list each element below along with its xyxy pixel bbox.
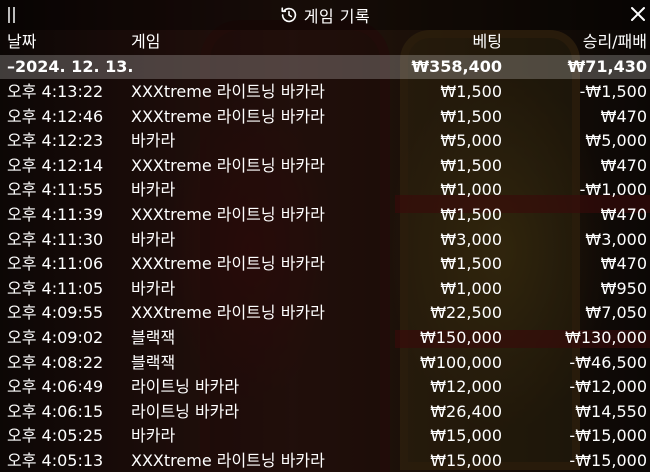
row-time: 오후 4:11:05 — [7, 278, 104, 298]
row-bet: ₩1,500 — [440, 82, 502, 101]
row-time: 오후 4:05:25 — [7, 426, 104, 446]
history-row[interactable]: 오후 4:11:55 바카라 ₩1,000 -₩1,000 — [0, 178, 650, 203]
row-time: 오후 4:11:55 — [7, 180, 104, 200]
row-time: 오후 4:13:22 — [7, 82, 104, 101]
row-result: ₩470 — [600, 106, 647, 126]
row-game: XXXtreme 라이트닝 바카라 — [131, 254, 325, 274]
row-game: 바카라 — [131, 229, 176, 249]
row-bet: ₩1,000 — [440, 278, 502, 298]
history-row[interactable]: 오후 4:11:05 바카라 ₩1,000 ₩950 — [0, 277, 650, 302]
column-header-result: 승리/패배 — [582, 32, 647, 51]
history-row[interactable]: 오후 4:12:14 XXXtreme 라이트닝 바카라 ₩1,500 ₩470 — [0, 154, 650, 179]
row-result: -₩15,000 — [569, 450, 647, 470]
panel-title: 게임 기록 — [303, 7, 371, 26]
history-icon — [281, 7, 296, 23]
history-row[interactable]: 오후 4:09:02 블랙잭 ₩150,000 ₩130,000 — [0, 326, 650, 351]
row-game: 라이트닝 바카라 — [131, 377, 240, 397]
row-game: 블랙잭 — [131, 352, 176, 372]
column-header-date: 날짜 — [7, 32, 37, 51]
history-row[interactable]: 오후 4:11:39 XXXtreme 라이트닝 바카라 ₩1,500 ₩470 — [0, 203, 650, 228]
game-history-panel: 게임 기록 날짜 게임 베팅 승리/패배 –2024. 12. 13. ₩358… — [0, 0, 650, 472]
row-game: 바카라 — [131, 131, 176, 151]
row-time: 오후 4:11:06 — [7, 254, 104, 274]
date-group-result-total: ₩71,430 — [567, 57, 647, 76]
history-row[interactable]: 오후 4:09:55 XXXtreme 라이트닝 바카라 ₩22,500 ₩7,… — [0, 301, 650, 326]
row-result: -₩12,000 — [569, 377, 647, 397]
history-row[interactable]: 오후 4:06:15 라이트닝 바카라 ₩26,400 ₩14,550 — [0, 400, 650, 425]
row-time: 오후 4:12:23 — [7, 131, 104, 151]
row-game: XXXtreme 라이트닝 바카라 — [131, 303, 325, 323]
row-time: 오후 4:06:49 — [7, 377, 104, 397]
row-result: ₩130,000 — [565, 327, 647, 347]
panel-header: 게임 기록 — [0, 0, 650, 30]
history-row[interactable]: 오후 4:06:49 라이트닝 바카라 ₩12,000 -₩12,000 — [0, 375, 650, 400]
row-time: 오후 4:11:30 — [7, 229, 104, 249]
history-row[interactable]: 오후 4:13:22 XXXtreme 라이트닝 바카라 ₩1,500 -₩1,… — [0, 80, 650, 105]
history-row[interactable]: 오후 4:12:23 바카라 ₩5,000 ₩5,000 — [0, 129, 650, 154]
row-bet: ₩15,000 — [430, 450, 502, 470]
row-bet: ₩12,000 — [430, 377, 502, 397]
row-bet: ₩22,500 — [430, 303, 502, 323]
row-bet: ₩1,000 — [440, 180, 502, 200]
date-group-label: –2024. 12. 13. — [7, 57, 134, 76]
row-bet: ₩3,000 — [440, 229, 502, 249]
history-row[interactable]: 오후 4:05:25 바카라 ₩15,000 -₩15,000 — [0, 424, 650, 449]
row-result: -₩1,000 — [579, 180, 647, 200]
row-game: 블랙잭 — [131, 327, 176, 347]
row-result: -₩1,500 — [579, 82, 647, 101]
row-bet: ₩15,000 — [430, 426, 502, 446]
date-group-bet-total: ₩358,400 — [411, 57, 502, 76]
row-time: 오후 4:11:39 — [7, 204, 104, 224]
row-game: XXXtreme 라이트닝 바카라 — [131, 106, 325, 126]
row-time: 오후 4:05:13 — [7, 450, 104, 470]
history-row[interactable]: 오후 4:11:30 바카라 ₩3,000 ₩3,000 — [0, 228, 650, 253]
row-result: ₩7,050 — [585, 303, 647, 323]
row-bet: ₩26,400 — [430, 401, 502, 421]
date-group-row[interactable]: –2024. 12. 13. ₩358,400 ₩71,430 — [0, 55, 650, 79]
row-game: XXXtreme 라이트닝 바카라 — [131, 204, 325, 224]
row-game: XXXtreme 라이트닝 바카라 — [131, 450, 325, 470]
row-bet: ₩100,000 — [420, 352, 502, 372]
column-header-row: 날짜 게임 베팅 승리/패배 — [0, 30, 650, 54]
row-bet: ₩1,500 — [440, 204, 502, 224]
row-result: ₩14,550 — [575, 401, 647, 421]
row-bet: ₩1,500 — [440, 254, 502, 274]
row-time: 오후 4:09:02 — [7, 327, 104, 347]
history-row[interactable]: 오후 4:05:13 XXXtreme 라이트닝 바카라 ₩15,000 -₩1… — [0, 449, 650, 472]
row-game: 바카라 — [131, 426, 176, 446]
row-game: XXXtreme 라이트닝 바카라 — [131, 155, 325, 175]
row-game: 바카라 — [131, 278, 176, 298]
panel-title-group: 게임 기록 — [0, 4, 650, 26]
row-bet: ₩1,500 — [440, 155, 502, 175]
row-result: ₩470 — [600, 254, 647, 274]
row-result: ₩5,000 — [585, 131, 647, 151]
row-time: 오후 4:06:15 — [7, 401, 104, 421]
history-row[interactable]: 오후 4:12:46 XXXtreme 라이트닝 바카라 ₩1,500 ₩470 — [0, 105, 650, 130]
row-time: 오후 4:08:22 — [7, 352, 104, 372]
row-game: 바카라 — [131, 180, 176, 200]
row-bet: ₩150,000 — [420, 327, 502, 347]
row-result: ₩950 — [600, 278, 647, 298]
row-result: -₩46,500 — [569, 352, 647, 372]
history-list: 오후 4:13:22 XXXtreme 라이트닝 바카라 ₩1,500 -₩1,… — [0, 80, 650, 472]
row-time: 오후 4:09:55 — [7, 303, 104, 323]
row-bet: ₩5,000 — [440, 131, 502, 151]
column-header-game: 게임 — [131, 32, 161, 51]
history-row[interactable]: 오후 4:08:22 블랙잭 ₩100,000 -₩46,500 — [0, 351, 650, 376]
history-row[interactable]: 오후 4:11:06 XXXtreme 라이트닝 바카라 ₩1,500 ₩470 — [0, 252, 650, 277]
row-result: -₩15,000 — [569, 426, 647, 446]
row-time: 오후 4:12:14 — [7, 155, 104, 175]
row-result: ₩3,000 — [585, 229, 647, 249]
row-game: 라이트닝 바카라 — [131, 401, 240, 421]
row-time: 오후 4:12:46 — [7, 106, 104, 126]
column-header-bet: 베팅 — [472, 32, 502, 51]
row-result: ₩470 — [600, 204, 647, 224]
row-game: XXXtreme 라이트닝 바카라 — [131, 82, 325, 101]
close-icon[interactable] — [630, 6, 646, 22]
row-bet: ₩1,500 — [440, 106, 502, 126]
row-result: ₩470 — [600, 155, 647, 175]
